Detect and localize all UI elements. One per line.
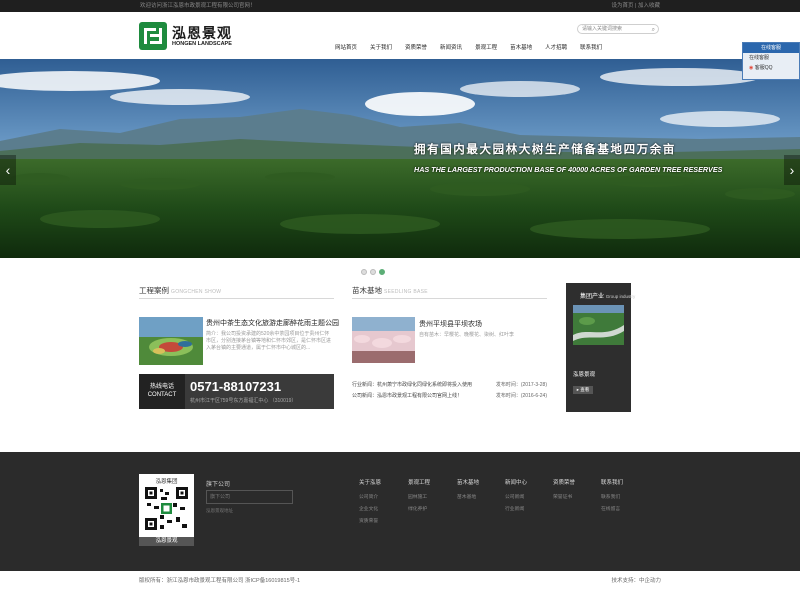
- qr-code-image: [145, 487, 188, 530]
- seedling-section-title[interactable]: 苗木基地 SEEDLING BASE: [352, 285, 428, 296]
- qq-icon: ◉: [749, 65, 754, 71]
- hotline-address: 杭州市江干区759号东方嘉福汇中心 （310019）: [190, 398, 297, 404]
- hero-banner[interactable]: ‹ › 拥有国内最大园林大树生产储备基地四万余亩 HAS THE LARGEST…: [0, 59, 800, 258]
- nav-item-jobs[interactable]: 人才招聘: [545, 42, 567, 54]
- news-item[interactable]: 公司新闻：泓恩市政景观工程有限公司官网上线！ 发布时间：(2016-6-24): [352, 392, 547, 399]
- seedling-item-title[interactable]: 贵州平坝县平坝农场: [419, 319, 482, 329]
- subsidiary-select[interactable]: 旗下公司: [206, 490, 293, 504]
- subsidiary-title: 旗下公司: [206, 482, 231, 488]
- group-title: 集团产业 Group industry: [580, 294, 636, 300]
- news-item[interactable]: 行业新闻：杭州萧宁市政绿化同绿化系统即将投入使用 发布时间：(2017-3-28…: [352, 381, 547, 388]
- search-placeholder: 请输入关键词搜索: [582, 26, 623, 32]
- banner-dot-2[interactable]: [370, 269, 376, 275]
- header: 泓恩景观 HONGEN LANDSCAPE 请输入关键词搜索 ⌕ 网站首页 关于…: [0, 12, 800, 59]
- top-bar: 欢迎访问浙江泓恩市政景观工程有限公司官网！ 设为首页 | 加入收藏: [0, 0, 800, 12]
- search-input[interactable]: 请输入关键词搜索 ⌕: [577, 24, 659, 34]
- banner-next-arrow-icon[interactable]: ›: [784, 155, 800, 185]
- group-view-button[interactable]: ▸ 查看: [573, 386, 593, 394]
- seedling-thumbnail[interactable]: [352, 317, 415, 363]
- logo-text-en: HONGEN LANDSCAPE: [172, 41, 232, 47]
- footer-col-news: 新闻中心 公司新闻 行业新闻: [505, 480, 528, 512]
- online-service-header[interactable]: 在线客服: [743, 43, 799, 53]
- banner-slogan-en: HAS THE LARGEST PRODUCTION BASE OF 40000…: [414, 165, 723, 174]
- banner-pagination: [361, 269, 388, 275]
- logo[interactable]: 泓恩景观 HONGEN LANDSCAPE: [139, 22, 239, 52]
- footer: 泓恩集团 泓恩景观 旗下公司 旗下公司 泓恩景观地址 关于泓恩 公司简介 企业文…: [0, 452, 800, 571]
- hotline-label: 热线电话 CONTACT: [139, 374, 185, 409]
- case-item-title[interactable]: 贵州中茶生态文化旅游走廊醉花雨主题公园: [206, 318, 339, 328]
- online-service-link[interactable]: 在线客服: [743, 53, 799, 63]
- nav-item-home[interactable]: 网站首页: [335, 42, 357, 54]
- online-service-widget[interactable]: 在线客服 在线客服 ◉ 客服QQ: [742, 42, 800, 80]
- nav-item-honor[interactable]: 资质荣誉: [405, 42, 427, 54]
- top-links[interactable]: 设为首页 | 加入收藏: [612, 0, 661, 12]
- main-nav: 网站首页 关于我们 资质荣誉 新闻资讯 景观工程 苗木基地 人才招聘 联系我们: [335, 42, 615, 54]
- seedling-item-desc: 自有苗木：早樱花、晚樱花、柒树、红叶李: [419, 332, 515, 338]
- banner-prev-arrow-icon[interactable]: ‹: [0, 155, 16, 185]
- group-industry-panel: 集团产业 Group industry 泓恩景观 ▸ 查看: [566, 283, 635, 412]
- nav-item-projects[interactable]: 景观工程: [475, 42, 497, 54]
- qq-contact-link[interactable]: ◉ 客服QQ: [743, 63, 799, 73]
- footer-col-nursery: 苗木基地 苗木基地: [457, 480, 480, 500]
- qr-title: 泓恩集团: [155, 479, 178, 485]
- subsidiary-note[interactable]: 泓恩景观地址: [206, 508, 233, 514]
- banner-dot-1[interactable]: [361, 269, 367, 275]
- footer-col-projects: 景观工程 园林施工 绿化养护: [408, 480, 431, 512]
- nav-item-nursery[interactable]: 苗木基地: [510, 42, 532, 54]
- banner-landscape-image: [0, 59, 800, 258]
- qr-code-box: 泓恩集团 泓恩景观: [139, 474, 194, 546]
- case-item-desc: 简介：我公司投资承建的520余中茶园项目位于贵州仁怀市区，分别连接茅台镇等地和仁…: [206, 331, 332, 351]
- case-thumbnail[interactable]: [139, 317, 203, 365]
- footer-col-contact: 联系我们 联系我们 在线留言: [601, 480, 624, 512]
- nav-item-about[interactable]: 关于我们: [370, 42, 392, 54]
- hotline-number[interactable]: 0571-88107231: [190, 379, 281, 394]
- welcome-text: 欢迎访问浙江泓恩市政景观工程有限公司官网！: [140, 3, 256, 9]
- case-section-title[interactable]: 工程案例 GONGCHEN SHOW: [139, 285, 221, 296]
- group-image[interactable]: [573, 305, 624, 345]
- tech-support-text[interactable]: 技术支持：中企动力: [611, 571, 661, 592]
- banner-slogan-cn: 拥有国内最大园林大树生产储备基地四万余亩: [414, 142, 676, 156]
- copyright-text: 版权所有：浙江泓恩市政景观工程有限公司 浙ICP备16019815号-1: [139, 578, 301, 584]
- case-divider: [139, 298, 334, 299]
- nav-item-contact[interactable]: 联系我们: [580, 42, 602, 54]
- seedling-divider: [352, 298, 547, 299]
- group-name: 泓恩景观: [573, 372, 596, 378]
- search-icon[interactable]: ⌕: [652, 26, 655, 34]
- nav-item-news[interactable]: 新闻资讯: [440, 42, 462, 54]
- footer-col-about: 关于泓恩 公司简介 企业文化 资质荣誉: [359, 480, 382, 524]
- banner-dot-3-active[interactable]: [379, 269, 385, 275]
- hotline-box: 热线电话 CONTACT 0571-88107231 杭州市江干区759号东方嘉…: [139, 374, 334, 409]
- qr-caption: 泓恩景观: [139, 537, 194, 546]
- logo-mark-icon: [139, 22, 167, 50]
- copyright-bar: 版权所有：浙江泓恩市政景观工程有限公司 浙ICP备16019815号-1 技术支…: [0, 571, 800, 592]
- footer-col-honor: 资质荣誉 荣誉证书: [553, 480, 576, 500]
- logo-text-cn: 泓恩景观: [172, 25, 232, 41]
